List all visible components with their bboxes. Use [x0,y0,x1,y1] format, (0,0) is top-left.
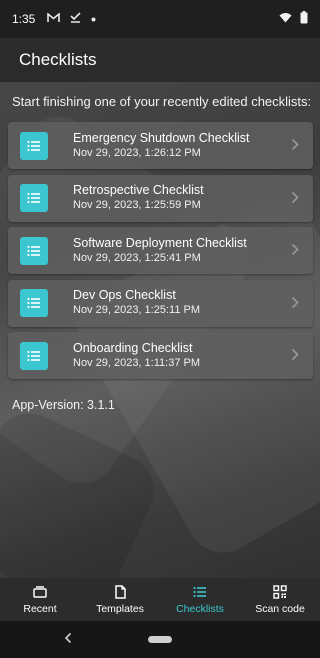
chevron-right-icon [291,243,299,261]
nav-item-templates[interactable]: Templates [80,584,160,615]
checklist-date: Nov 29, 2023, 1:25:41 PM [73,251,201,264]
wifi-icon [279,12,292,26]
status-bar: 1:35 [0,0,320,38]
checklist-name: Dev Ops Checklist [73,288,176,302]
checklist-icon [20,289,48,317]
bottom-nav: Recent Templates Checklists Scan code [0,578,320,621]
recent-icon [33,584,47,600]
nav-item-label: Scan code [255,603,305,615]
chevron-right-icon [291,138,299,156]
checklist-icon [20,341,48,370]
checklist-card[interactable]: Onboarding Checklist Nov 29, 2023, 1:11:… [8,332,313,379]
page-title: Checklists [19,50,97,69]
chevron-right-icon [291,191,299,209]
app-version: App-Version: 3.1.1 [12,398,115,412]
checklist-card[interactable]: Retrospective Checklist Nov 29, 2023, 1:… [8,174,313,222]
checklist-card[interactable]: Dev Ops Checklist Nov 29, 2023, 1:25:11 … [8,279,313,327]
checklist-date: Nov 29, 2023, 1:25:59 PM [73,199,201,211]
chevron-right-icon [291,296,299,314]
checklist-card[interactable]: Emergency Shutdown Checklist Nov 29, 202… [8,122,313,169]
checklist-name: Retrospective Checklist [73,183,204,197]
nav-item-checklists[interactable]: Checklists [160,584,240,615]
checklist-card[interactable]: Software Deployment Checklist Nov 29, 20… [8,227,313,274]
nav-item-label: Recent [23,603,57,615]
chevron-right-icon [291,348,299,366]
checklist-name: Onboarding Checklist [73,340,193,355]
download-done-icon [70,12,81,26]
status-time: 1:35 [12,12,36,26]
back-icon[interactable] [64,631,72,649]
intro-text: Start finishing one of your recently edi… [12,94,312,109]
checklist-icon [193,584,207,600]
recent-checklist-list: Emergency Shutdown Checklist Nov 29, 202… [8,122,313,385]
system-nav-bar [0,621,320,658]
checklist-date: Nov 29, 2023, 1:11:37 PM [73,356,200,369]
home-gesture-pill[interactable] [148,636,172,643]
checklist-icon [20,184,48,212]
nav-item-label: Checklists [176,603,224,615]
checklist-name: Emergency Shutdown Checklist [73,130,250,145]
checklist-icon [20,236,48,265]
checklist-icon [20,131,48,160]
checklist-date: Nov 29, 2023, 1:25:11 PM [73,304,200,316]
qr-code-icon [273,584,287,600]
nav-item-label: Templates [96,603,144,615]
app-bar: Checklists [0,38,320,82]
dot-icon [91,13,96,25]
checklist-date: Nov 29, 2023, 1:26:12 PM [73,146,201,159]
battery-icon [300,11,308,27]
gmail-icon [47,11,61,26]
nav-item-recent[interactable]: Recent [0,584,80,615]
document-icon [114,584,126,600]
nav-item-scan-code[interactable]: Scan code [240,584,320,615]
checklist-name: Software Deployment Checklist [73,235,247,250]
